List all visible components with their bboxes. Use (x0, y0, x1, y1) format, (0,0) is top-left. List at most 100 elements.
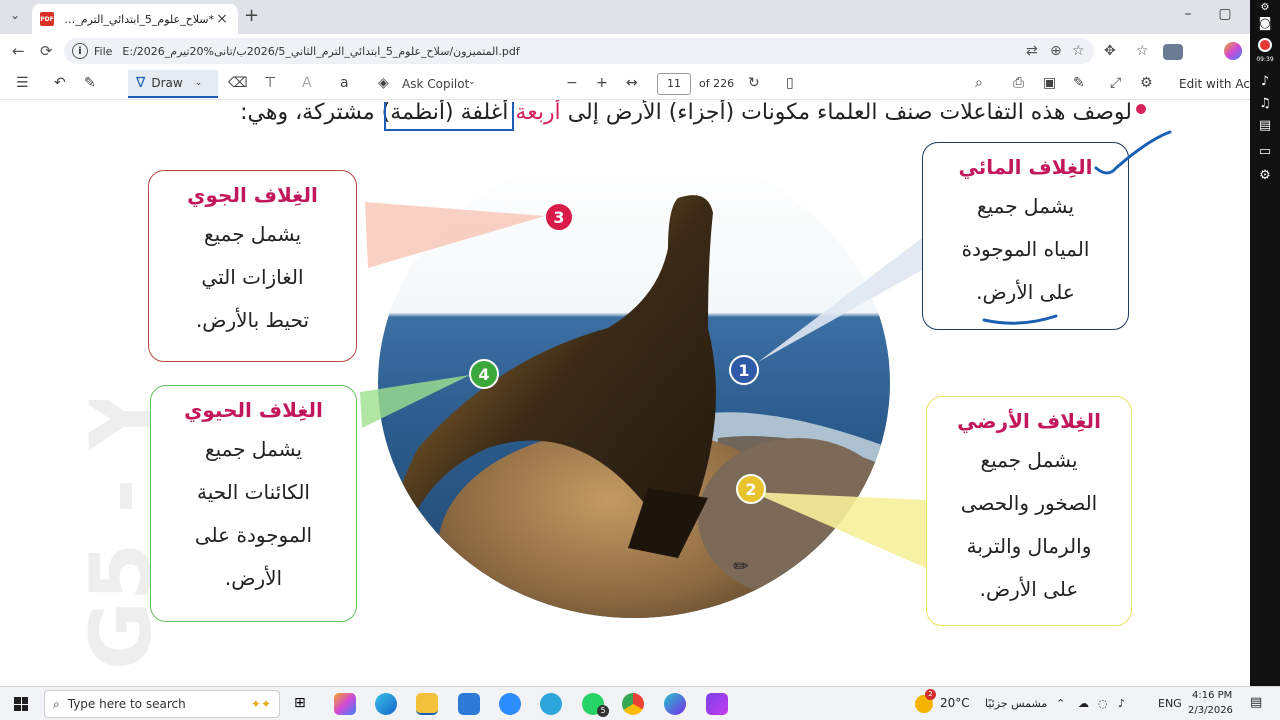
search-icon[interactable]: ⌕ (975, 75, 983, 91)
reload-icon[interactable]: ⟳ (40, 42, 53, 60)
undo-icon[interactable]: ↶ (54, 75, 66, 91)
tab-title: *سلاح_علوم_5_ابتدائي_الترم_التاني_6 (62, 12, 214, 26)
settings-gear-icon[interactable]: ⚙ (1255, 2, 1275, 13)
page-total: of 226 (699, 77, 735, 90)
taskbar-search[interactable]: ⌕ Type here to search ✦✦ (44, 690, 280, 718)
file-explorer-icon[interactable] (416, 693, 438, 715)
language-indicator[interactable]: ENG (1158, 697, 1182, 710)
highlight-icon[interactable]: ✎ (84, 75, 96, 91)
chrome-icon[interactable] (622, 693, 644, 715)
maximize-button[interactable]: ▢ (1210, 6, 1240, 22)
settings-gear-icon[interactable]: ⚙ (1140, 75, 1153, 91)
fullscreen-icon[interactable]: ⤢ (1110, 75, 1121, 91)
copilot-chevron-icon[interactable]: ⌄ (468, 77, 476, 87)
record-icon[interactable] (1258, 38, 1272, 52)
atmosphere-line: يشمل جميع (203, 222, 302, 246)
tab-active[interactable]: PDF *سلاح_علوم_5_ابتدائي_الترم_التاني_6 … (32, 4, 238, 34)
tray-chevron-icon[interactable]: ⌃ (1056, 697, 1065, 710)
bookmark-star-icon[interactable]: ☆ (1072, 43, 1085, 59)
save-icon[interactable]: ▣ (1043, 75, 1056, 91)
biosphere-line: الأرض. (224, 566, 283, 590)
geosphere-box: الغِلاف الأرضي يشمل جميع الصخور والحصى و… (926, 396, 1132, 626)
draw-button[interactable]: ∇ Draw ⌄ (128, 70, 218, 98)
profile-avatar[interactable] (1163, 44, 1183, 60)
canva-icon[interactable] (664, 693, 686, 715)
address-url: E:/2026_المتميزون/سلاح_علوم_5_ابتدائي_ال… (122, 44, 520, 58)
tray-icon[interactable]: ▤ (1255, 118, 1275, 133)
favorites-icon[interactable]: ☆ (1136, 43, 1149, 59)
back-icon[interactable]: ← (12, 42, 25, 60)
clock-date[interactable]: 2/3/2026 (1188, 705, 1233, 716)
tab-strip: ⌄ PDF *سلاح_علوم_5_ابتدائي_الترم_التاني_… (0, 0, 1250, 34)
text-box-icon[interactable]: ⊤ (264, 75, 276, 91)
atmosphere-title: الغِلاف الجوي (187, 183, 318, 207)
window-icon[interactable]: ▭ (1255, 144, 1275, 159)
volume-icon[interactable]: ♪ (1118, 697, 1125, 710)
zoom-out-icon[interactable]: − (566, 75, 578, 91)
windows-start-icon[interactable] (14, 697, 28, 711)
draw-label: Draw (151, 76, 183, 90)
recording-time: 09:39 (1256, 56, 1274, 63)
extensions-icon[interactable]: ✥ (1104, 43, 1116, 59)
contents-icon[interactable]: ☰ (16, 75, 29, 91)
geosphere-text: يشمل جميع الصخور والحصى والرمال والتربة … (927, 439, 1131, 611)
zoom-icon[interactable]: ⊕ (1050, 43, 1062, 59)
new-tab-button[interactable]: + (244, 5, 259, 26)
pen-underline (982, 314, 1058, 325)
media-app-icon[interactable] (706, 693, 728, 715)
marker-2: 2 (736, 474, 766, 504)
page-number-input[interactable]: 11 (657, 73, 691, 95)
draw-pen-icon: ∇ (136, 75, 146, 91)
onedrive-icon[interactable]: ☁ (1078, 697, 1089, 710)
address-scheme: File (94, 44, 113, 58)
network-icon[interactable]: ◌ (1098, 697, 1108, 710)
biosphere-line: يشمل جميع (204, 437, 303, 461)
zoom-in-icon[interactable]: + (596, 75, 608, 91)
hydrosphere-line: على الأرض. (976, 280, 1075, 304)
copilot-small-icon[interactable]: ◈ (378, 75, 389, 91)
biosphere-line: الموجودة على (194, 523, 313, 547)
weather-temp[interactable]: 20°C (940, 696, 970, 710)
task-view-icon[interactable]: ⊞ (294, 695, 306, 711)
sparkle-icon: ✦✦ (250, 697, 271, 711)
ask-copilot-label[interactable]: Ask Copilot (402, 77, 469, 91)
telegram-icon[interactable] (540, 693, 562, 715)
zoom-icon[interactable] (499, 693, 521, 715)
geosphere-title: الغِلاف الأرضي (957, 409, 1101, 433)
tab-close-icon[interactable]: × (214, 11, 230, 27)
hydrosphere-line: يشمل جميع (976, 194, 1075, 218)
fit-width-icon[interactable]: ↔ (626, 75, 638, 91)
copilot-icon[interactable] (1224, 42, 1242, 60)
translate-icon[interactable]: ⇄ (1026, 43, 1038, 59)
pdf-file-icon: PDF (40, 12, 54, 26)
info-icon[interactable]: i (72, 43, 88, 59)
camera-icon[interactable]: ◙ (1255, 16, 1275, 31)
chevron-down-icon: ⌄ (194, 78, 203, 88)
minimize-button[interactable]: – (1173, 6, 1203, 22)
rotate-icon[interactable]: ↻ (748, 75, 760, 91)
save-as-icon[interactable]: ✎ (1073, 75, 1085, 91)
edge-icon[interactable] (375, 693, 397, 715)
speaker-icon[interactable]: ♫ (1255, 96, 1275, 111)
geosphere-line: على الأرض. (979, 577, 1079, 601)
microphone-icon[interactable]: ♪ (1255, 74, 1275, 89)
marker-4: 4 (469, 359, 499, 389)
read-aloud-icon[interactable]: a (340, 75, 349, 91)
print-icon[interactable]: ⎙ (1013, 75, 1024, 91)
pen-checkmark (1094, 130, 1172, 175)
store-icon[interactable] (458, 693, 480, 715)
pdf-toolbar: ☰ ↶ ✎ ∇ Draw ⌄ ⌫ ⊤ A a ◈ Ask Copilot ⌄ −… (0, 68, 1262, 100)
tab-list-button[interactable]: ⌄ (10, 8, 20, 22)
page-view-icon[interactable]: ▯ (786, 75, 794, 91)
text-size-icon[interactable]: A (302, 75, 312, 91)
weather-text[interactable]: مشمس جزئيًا (985, 697, 1047, 710)
pdf-page: G5 - Y5 لوصف هذه التفاعلات صنف العلماء م… (0, 100, 1250, 680)
copilot-app-icon[interactable] (334, 693, 356, 715)
address-bar[interactable]: i File E:/2026_المتميزون/سلاح_علوم_5_ابت… (64, 38, 1094, 64)
marker-3: 3 (544, 202, 574, 232)
notifications-icon[interactable]: ▤ (1250, 695, 1262, 710)
hydrosphere-line: المياه الموجودة (961, 237, 1090, 261)
eraser-icon[interactable]: ⌫ (228, 75, 248, 91)
settings-icon[interactable]: ⚙ (1255, 168, 1275, 183)
clock-time[interactable]: 4:16 PM (1192, 690, 1232, 701)
